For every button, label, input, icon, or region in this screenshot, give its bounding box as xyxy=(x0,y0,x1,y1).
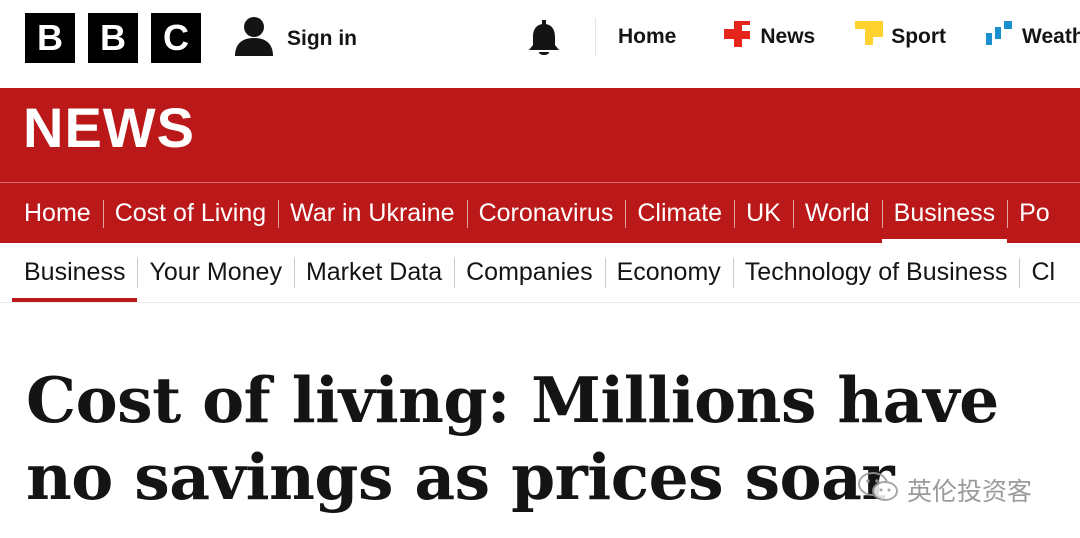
secondary-nav-market-data[interactable]: Market Data xyxy=(293,244,454,302)
top-link-label: Sport xyxy=(891,25,947,48)
secondary-nav: Business Your Money Market Data Companie… xyxy=(0,243,1080,303)
bbc-logo-letter: B xyxy=(25,13,75,63)
wechat-watermark: 英伦投资客 xyxy=(857,470,1032,509)
primary-nav-home[interactable]: Home xyxy=(0,183,103,243)
primary-nav-uk[interactable]: UK xyxy=(734,183,793,243)
primary-nav-business[interactable]: Business xyxy=(881,183,1008,243)
notifications-bell-icon[interactable] xyxy=(527,20,561,63)
primary-nav-war-in-ukraine[interactable]: War in Ukraine xyxy=(278,183,466,243)
wechat-icon xyxy=(857,470,899,509)
top-links: Home News Sport Weath xyxy=(618,18,1080,56)
bbc-logo-letter: C xyxy=(151,13,201,63)
top-link-label: News xyxy=(760,25,816,48)
news-title[interactable]: NEWS xyxy=(23,100,195,156)
watermark-text: 英伦投资客 xyxy=(907,476,1033,506)
weather-icon xyxy=(986,21,1016,53)
primary-nav: Home Cost of Living War in Ukraine Coron… xyxy=(0,183,1080,243)
top-link-label: Weath xyxy=(1022,25,1080,48)
primary-nav-world[interactable]: World xyxy=(792,183,882,243)
top-link-news[interactable]: News xyxy=(724,21,815,53)
sign-in-button[interactable]: Sign in xyxy=(233,16,357,61)
secondary-nav-truncated[interactable]: Cl xyxy=(1019,244,1067,302)
secondary-nav-your-money[interactable]: Your Money xyxy=(137,244,294,302)
bbc-logo-letter: B xyxy=(88,13,138,63)
secondary-nav-business[interactable]: Business xyxy=(0,244,138,302)
user-icon xyxy=(233,16,275,61)
top-link-weather[interactable]: Weath xyxy=(986,21,1080,53)
top-bar-divider xyxy=(595,18,596,56)
top-link-label: Home xyxy=(618,25,677,48)
primary-nav-coronavirus[interactable]: Coronavirus xyxy=(466,183,626,243)
bbc-logo[interactable]: B B C xyxy=(25,13,201,63)
top-bar: B B C Sign in Home News Sport Weath xyxy=(0,0,1080,86)
secondary-nav-technology-of-business[interactable]: Technology of Business xyxy=(732,244,1020,302)
primary-nav-politics-truncated[interactable]: Po xyxy=(1007,183,1062,243)
top-link-home[interactable]: Home xyxy=(618,25,676,49)
secondary-nav-economy[interactable]: Economy xyxy=(604,244,733,302)
primary-nav-cost-of-living[interactable]: Cost of Living xyxy=(102,183,278,243)
secondary-nav-companies[interactable]: Companies xyxy=(454,244,604,302)
sport-icon xyxy=(855,21,885,53)
primary-nav-climate[interactable]: Climate xyxy=(625,183,734,243)
top-link-sport[interactable]: Sport xyxy=(855,21,946,53)
sign-in-label: Sign in xyxy=(287,26,357,50)
news-icon xyxy=(724,21,754,53)
